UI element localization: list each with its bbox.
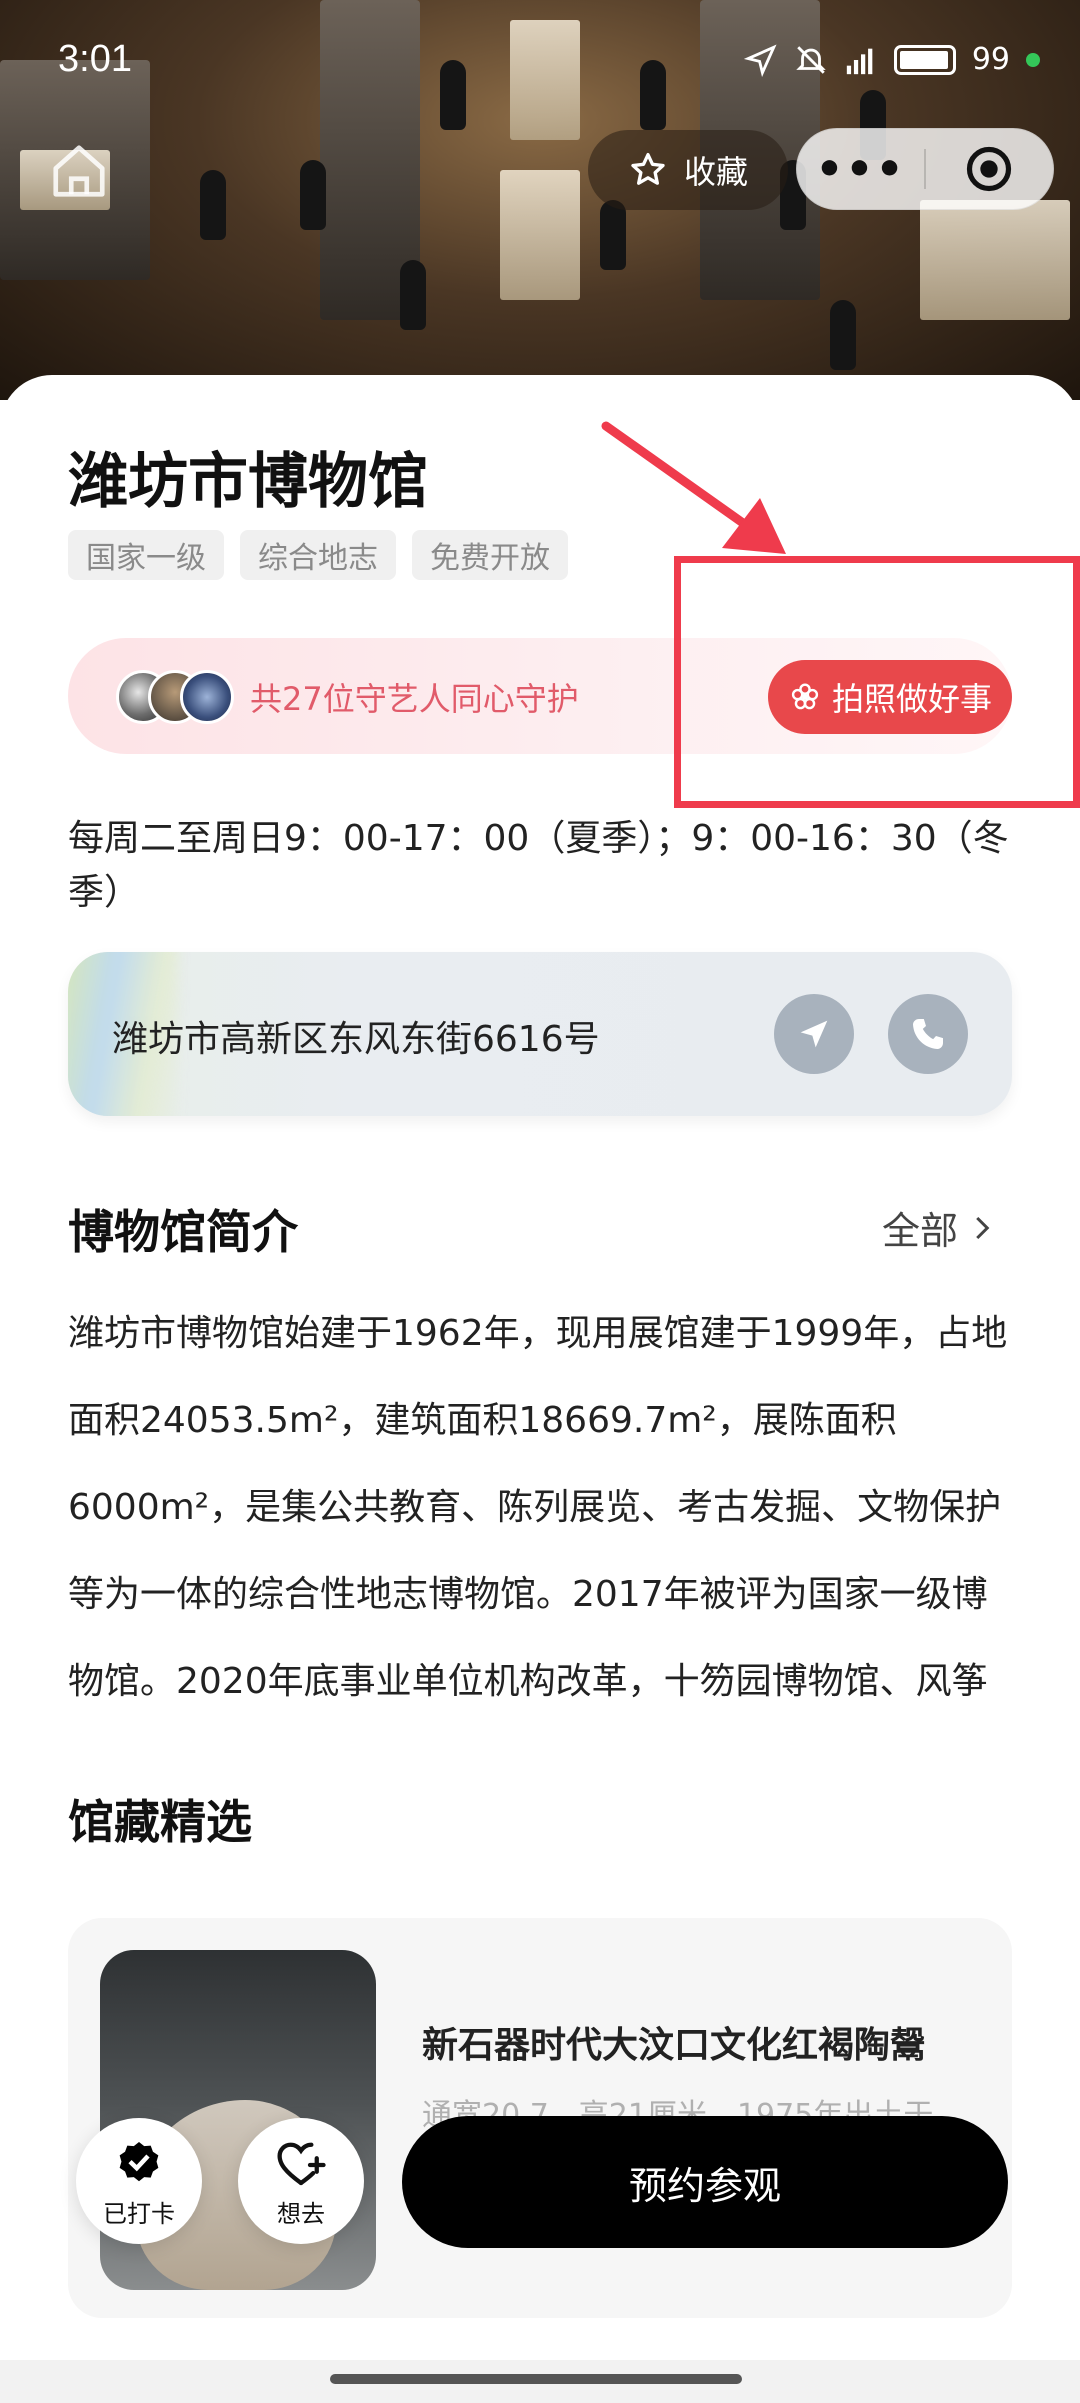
status-time: 3:01 bbox=[58, 38, 132, 80]
status-icons: 99 bbox=[743, 42, 1040, 77]
home-icon bbox=[53, 145, 105, 197]
close-mini-program-button[interactable] bbox=[926, 143, 1053, 195]
checked-in-label: 已打卡 bbox=[103, 2200, 175, 2228]
gesture-bar[interactable] bbox=[330, 2374, 742, 2384]
display-case bbox=[500, 170, 580, 300]
mini-program-capsule: ••• bbox=[796, 128, 1054, 210]
favorite-button[interactable]: 收藏 bbox=[588, 130, 788, 210]
more-dots-icon[interactable]: ••• bbox=[797, 144, 924, 195]
visitor bbox=[830, 300, 856, 370]
annotation-highlight-box bbox=[674, 556, 1080, 808]
tag-item: 综合地志 bbox=[240, 530, 396, 580]
want-to-go-label: 想去 bbox=[277, 2200, 325, 2228]
avatar bbox=[180, 670, 234, 724]
view-all-label: 全部 bbox=[882, 1209, 959, 1253]
tag-item: 免费开放 bbox=[412, 530, 568, 580]
annotation-arrow bbox=[601, 421, 786, 554]
navigate-icon bbox=[800, 1020, 828, 1048]
collection-section-title: 馆藏精选 bbox=[68, 1795, 252, 1849]
guardian-avatars bbox=[116, 670, 236, 724]
opening-hours: 每周二至周日9：00-17：00（夏季）；9：00-16：30（冬季） bbox=[68, 818, 1009, 913]
navigate-button[interactable] bbox=[774, 994, 854, 1074]
artifact-title: 新石器时代大汶口文化红褐陶鬶 bbox=[422, 2025, 927, 2066]
visitor bbox=[600, 200, 626, 270]
chevron-right-icon bbox=[976, 1216, 990, 1239]
page-title: 潍坊市博物馆 bbox=[68, 447, 428, 517]
view-all-link[interactable]: 全部 bbox=[882, 1200, 996, 1255]
book-visit-button[interactable]: 预约参观 bbox=[402, 2116, 1008, 2248]
mute-icon bbox=[796, 45, 826, 74]
display-case bbox=[920, 200, 1070, 320]
check-badge-icon bbox=[112, 2138, 166, 2192]
address-card[interactable]: 潍坊市高新区东风东街6616号 bbox=[68, 952, 1012, 1116]
signal-icon bbox=[846, 48, 873, 74]
status-bar: 3:01 99 bbox=[58, 38, 1040, 88]
battery-icon bbox=[893, 44, 956, 75]
privacy-indicator-icon bbox=[1026, 52, 1040, 67]
location-icon bbox=[743, 43, 777, 77]
call-button[interactable] bbox=[888, 994, 968, 1074]
intro-section-title: 博物馆简介 bbox=[68, 1205, 298, 1259]
tag-item: 国家一级 bbox=[68, 530, 224, 580]
guardians-text: 共27位守艺人同心守护 bbox=[250, 680, 579, 718]
phone-icon bbox=[913, 1019, 943, 1049]
visitor bbox=[300, 160, 326, 230]
heart-plus-icon bbox=[274, 2138, 328, 2192]
favorite-label: 收藏 bbox=[683, 153, 748, 191]
visitor bbox=[200, 170, 226, 240]
home-button[interactable] bbox=[48, 140, 110, 202]
target-icon bbox=[967, 146, 1012, 192]
intro-text: 潍坊市博物馆始建于1962年，现用展馆建于1999年，占地面积24053.5m²… bbox=[68, 1313, 1008, 1702]
tag-list: 国家一级 综合地志 免费开放 bbox=[68, 530, 568, 580]
visitor bbox=[400, 260, 426, 330]
address-text: 潍坊市高新区东风东街6616号 bbox=[112, 1019, 600, 1060]
star-icon bbox=[631, 153, 665, 185]
battery-level: 99 bbox=[971, 42, 1010, 77]
book-visit-label: 预约参观 bbox=[628, 2163, 781, 2208]
